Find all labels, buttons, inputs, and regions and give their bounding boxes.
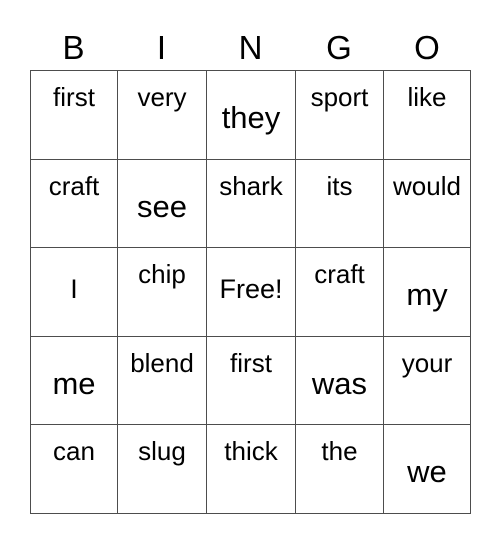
bingo-grid: first very they sport like craft see sha…	[30, 70, 471, 514]
bingo-cell-text: was	[311, 365, 368, 401]
bingo-cell-text: my	[406, 277, 448, 313]
bingo-cell[interactable]: very	[118, 71, 207, 160]
bingo-cell-text: its	[326, 170, 353, 201]
bingo-cell-text: they	[221, 100, 281, 135]
bingo-cell[interactable]: shark	[207, 159, 296, 249]
bingo-card: B I N G O first very they sport like cra…	[0, 0, 500, 544]
header-letter-b: B	[30, 18, 117, 66]
bingo-cell[interactable]: blend	[118, 336, 207, 426]
bingo-cell[interactable]: can	[31, 425, 118, 514]
bingo-row: can slug thick the we	[31, 425, 471, 514]
bingo-cell-text: sport	[310, 82, 369, 112]
bingo-cell[interactable]: sport	[296, 71, 384, 160]
bingo-cell[interactable]: like	[384, 71, 471, 160]
bingo-cell[interactable]: slug	[118, 425, 207, 514]
bingo-cell[interactable]: first	[31, 71, 118, 160]
bingo-row: me blend first was your	[31, 336, 471, 426]
bingo-cell-text: see	[137, 188, 187, 224]
header-letter-text: B	[62, 29, 85, 66]
bingo-cell-text: I	[70, 274, 78, 305]
bingo-cell[interactable]: see	[118, 159, 207, 249]
bingo-cell-text: craft	[314, 259, 365, 290]
bingo-cell[interactable]: first	[207, 336, 296, 426]
bingo-cell-text: like	[407, 82, 447, 112]
bingo-cell-text: thick	[224, 436, 278, 467]
header-letter-text: I	[156, 29, 167, 66]
header-letter-g: G	[295, 18, 383, 66]
bingo-cell-text: chip	[138, 259, 186, 290]
bingo-cell-text: first	[230, 347, 272, 378]
bingo-cell[interactable]: was	[296, 336, 384, 426]
bingo-cell[interactable]: my	[384, 248, 471, 337]
bingo-cell-free-space[interactable]: Free!	[207, 248, 296, 337]
bingo-cell-text: the	[321, 436, 358, 467]
header-letter-o: O	[383, 18, 471, 66]
header-letter-text: G	[326, 29, 352, 66]
bingo-cell[interactable]: craft	[296, 248, 384, 337]
header-letter-text: O	[414, 29, 440, 66]
bingo-cell[interactable]: its	[296, 159, 384, 249]
bingo-cell-text: craft	[48, 170, 100, 201]
bingo-header: B I N G O	[30, 18, 471, 66]
bingo-cell-text: very	[137, 82, 187, 112]
bingo-row: craft see shark its would	[31, 159, 471, 249]
bingo-cell-text: your	[401, 347, 453, 378]
bingo-cell-text: would	[393, 170, 461, 201]
bingo-cell-text: slug	[138, 436, 186, 467]
bingo-cell-text: shark	[219, 170, 283, 201]
bingo-cell[interactable]: would	[384, 159, 471, 249]
bingo-cell[interactable]: craft	[31, 159, 118, 249]
bingo-cell-text: can	[53, 436, 95, 467]
bingo-cell-text: first	[53, 82, 95, 112]
header-letter-text: N	[238, 29, 263, 66]
bingo-cell[interactable]: me	[31, 336, 118, 426]
bingo-cell[interactable]: the	[296, 425, 384, 514]
bingo-row: I chip Free! craft my	[31, 248, 471, 337]
header-letter-i: I	[117, 18, 206, 66]
bingo-cell[interactable]: we	[384, 425, 471, 514]
bingo-cell[interactable]: I	[31, 248, 118, 337]
bingo-cell[interactable]: they	[207, 71, 296, 160]
bingo-cell[interactable]: your	[384, 336, 471, 426]
bingo-cell[interactable]: chip	[118, 248, 207, 337]
bingo-cell-text: blend	[130, 347, 194, 378]
header-letter-n: N	[206, 18, 295, 66]
bingo-row: first very they sport like	[31, 71, 471, 160]
bingo-cell-text: Free!	[219, 274, 283, 305]
bingo-cell-text: we	[407, 454, 447, 490]
bingo-cell-text: me	[52, 365, 96, 401]
bingo-cell[interactable]: thick	[207, 425, 296, 514]
